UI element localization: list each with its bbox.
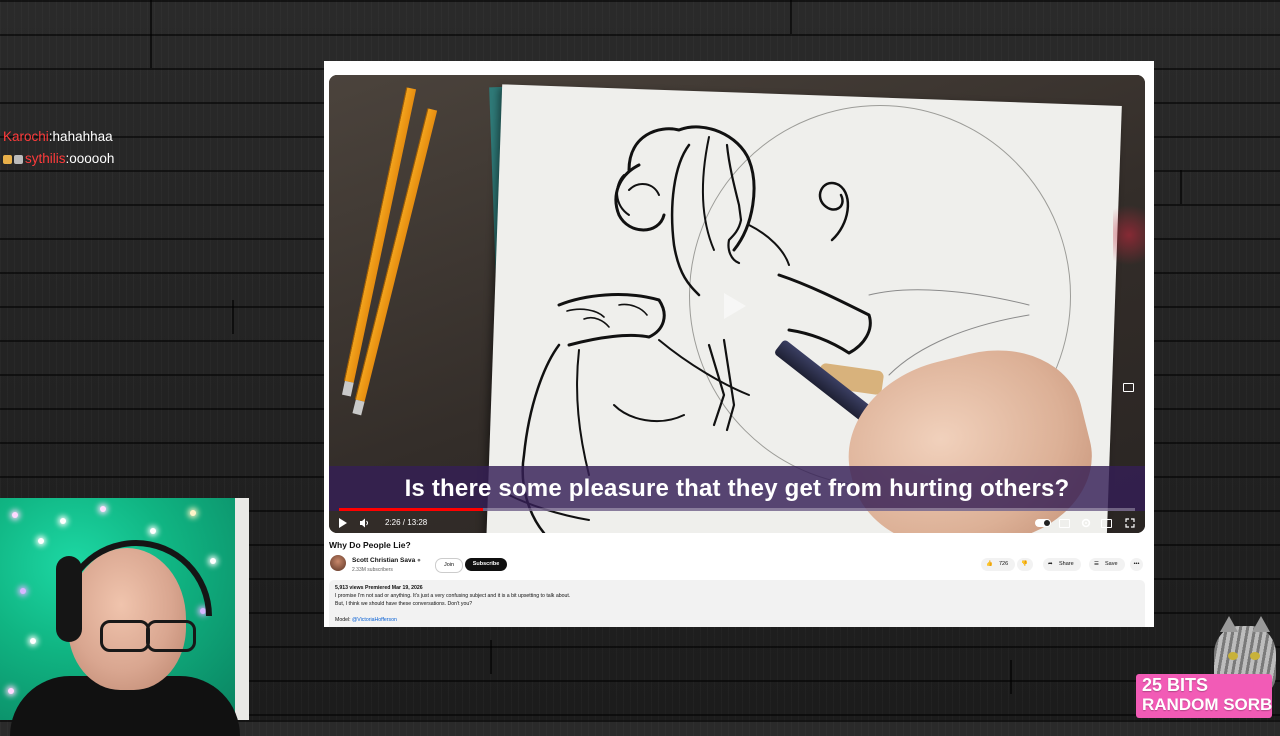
browser-window: Is there some pleasure that they get fro… [324, 61, 1154, 627]
thumbs-up-icon: 👍 [986, 561, 993, 567]
chat-username: sythilis [25, 151, 66, 166]
chat-text: oooooh [69, 151, 115, 166]
like-button[interactable]: 👍 726 [981, 558, 1015, 571]
channel-name-text[interactable]: Scott Christian Sava [352, 557, 415, 564]
wood-seam [150, 0, 152, 68]
miniplayer-mode-icon[interactable] [1101, 519, 1112, 528]
fullscreen-icon[interactable] [1125, 518, 1135, 528]
description-box[interactable]: 5,913 views Premiered Mar 19, 2026 I pro… [329, 580, 1145, 627]
play-overlay-icon[interactable] [724, 293, 746, 319]
model-label: Model: [335, 617, 353, 623]
wood-seam [790, 0, 792, 34]
wood-seam [1010, 660, 1012, 694]
bits-username: RANDOM SORB [1142, 695, 1273, 714]
chat-badge-icon [3, 154, 12, 164]
share-button[interactable]: ➦ Share [1043, 558, 1081, 571]
share-icon: ➦ [1048, 561, 1053, 567]
verified-icon: ● [417, 557, 421, 564]
bits-alert: 25 BITS RANDOM SORB [1136, 674, 1272, 718]
channel-name[interactable]: Scott Christian Sava ● [352, 557, 421, 564]
cat-ear [1252, 616, 1270, 632]
dislike-button[interactable]: 👎 [1017, 558, 1033, 571]
webcam-wall [235, 498, 249, 720]
model-link[interactable]: @VictoriaHofferson [352, 617, 397, 623]
chat-username: Karochi [3, 129, 49, 144]
cat-eye [1250, 652, 1260, 660]
miniplayer-icon[interactable] [1123, 383, 1134, 392]
cat-eye [1228, 652, 1238, 660]
view-stats: 5,913 views Premiered Mar 19, 2026 [335, 585, 423, 591]
video-player[interactable]: Is there some pleasure that they get fro… [329, 75, 1145, 533]
volume-icon[interactable] [359, 518, 369, 528]
video-progress-bar[interactable] [339, 508, 1135, 511]
description-line: I promise I'm not sad or anything. It's … [335, 593, 571, 599]
channel-avatar[interactable] [330, 555, 346, 571]
wood-seam [232, 300, 234, 334]
headset-icon [56, 556, 82, 642]
chat-message: sythilis: oooooh [3, 148, 114, 170]
save-icon: ☰ [1094, 561, 1099, 567]
cat-ear [1220, 616, 1238, 632]
more-actions-button[interactable]: ••• [1130, 558, 1143, 571]
chat-text: hahahhaa [52, 129, 113, 144]
video-title: Why Do People Lie? [329, 540, 411, 550]
share-label: Share [1059, 561, 1074, 567]
video-controls: 2:26 / 13:28 [329, 513, 1145, 533]
subscriber-count: 2.33M subscribers [352, 567, 393, 573]
video-time: 2:26 / 13:28 [385, 518, 428, 527]
wood-seam [1180, 170, 1182, 204]
settings-gear-icon[interactable] [1081, 518, 1091, 528]
description-line: But, I think we should have these conver… [335, 601, 473, 607]
description-line: Model: @VictoriaHofferson [335, 617, 397, 623]
chat-message: Karochi: hahahhaa [3, 126, 114, 148]
more-icon: ••• [1133, 561, 1140, 567]
captions-icon[interactable] [1059, 519, 1070, 528]
wood-seam [490, 640, 492, 674]
play-icon[interactable] [339, 518, 347, 528]
bits-amount: 25 BITS [1142, 675, 1209, 695]
chat-badge-icon [14, 154, 23, 164]
save-label: Save [1105, 561, 1118, 567]
glasses-icon [146, 620, 196, 652]
save-button[interactable]: ☰ Save [1089, 558, 1125, 571]
chat-overlay: Karochi: hahahhaa sythilis: oooooh [3, 126, 114, 170]
join-button[interactable]: Join [435, 558, 463, 573]
glasses-icon [100, 620, 150, 652]
like-count: 726 [999, 561, 1009, 567]
thumbs-down-icon: 👎 [1021, 561, 1028, 567]
autoplay-toggle[interactable] [1035, 519, 1051, 527]
subscribe-button[interactable]: Subscribe [465, 558, 507, 571]
video-progress-fill [339, 508, 484, 511]
subtitle-caption: Is there some pleasure that they get fro… [329, 466, 1145, 511]
